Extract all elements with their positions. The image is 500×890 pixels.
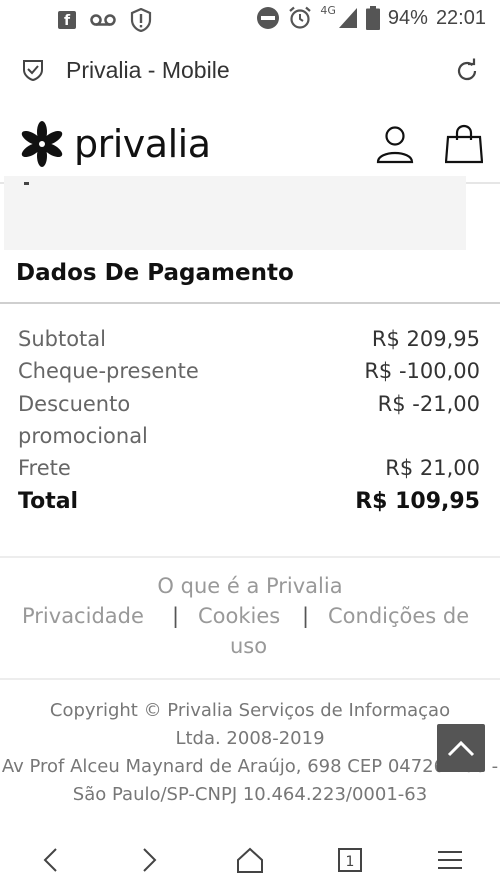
payment-row-discount: Descuento promocional R$ -21,00 <box>18 388 480 452</box>
total-value: R$ 109,95 <box>355 489 480 514</box>
conditions-link-continued[interactable]: uso <box>230 634 267 658</box>
address-line: Av Prof Alceu Maynard de Araújo, 698 CEP… <box>1 756 499 777</box>
status-left: f <box>58 8 152 32</box>
payment-row-subtotal: Subtotal R$ 209,95 <box>18 323 480 355</box>
status-bar: f 4G 94% 22:01 <box>0 0 500 40</box>
link-separator: | <box>302 604 310 628</box>
copyright-line: Ltda. 2008-2019 <box>175 728 325 749</box>
what-is-privalia-link[interactable]: O que é a Privalia <box>0 574 500 598</box>
logo-text: privalia <box>74 122 211 166</box>
row-label: Descuento promocional <box>18 392 148 448</box>
alert-icon <box>130 8 152 32</box>
payment-title: Dados De Pagamento <box>16 260 294 286</box>
tabs-button[interactable]: 1 <box>330 840 370 880</box>
user-icon[interactable] <box>375 124 415 164</box>
back-button[interactable] <box>30 840 70 880</box>
battery-percent: 94% <box>387 6 428 29</box>
divider <box>0 556 500 558</box>
row-value: R$ 21,00 <box>385 456 480 480</box>
link-separator: | <box>172 604 180 628</box>
row-value: R$ -21,00 <box>377 392 480 416</box>
dnd-icon <box>257 7 280 29</box>
cookies-link[interactable]: Cookies <box>198 604 280 628</box>
network-type: 4G <box>320 3 336 17</box>
payment-row-shipping: Frete R$ 21,00 <box>18 452 480 484</box>
home-button[interactable] <box>230 840 270 880</box>
facebook-icon: f <box>58 11 76 29</box>
menu-icon <box>438 851 462 869</box>
divider <box>0 302 500 304</box>
battery-icon <box>365 6 380 30</box>
tab-count: 1 <box>346 854 355 870</box>
forward-icon <box>143 848 157 872</box>
conditions-link[interactable]: Condições de <box>328 604 469 628</box>
signal-icon <box>338 8 357 28</box>
browser-title: Privalia - Mobile <box>66 57 230 83</box>
bottom-nav: 1 <box>0 830 500 886</box>
obscured-region <box>4 176 466 250</box>
forward-button[interactable] <box>130 840 170 880</box>
payment-row-gift-check: Cheque-presente R$ -100,00 <box>18 355 480 387</box>
reload-icon[interactable] <box>454 58 480 84</box>
site-header: privalia <box>0 108 500 184</box>
row-label: Frete <box>18 456 71 480</box>
row-label: Subtotal <box>18 327 106 351</box>
copyright-line: Copyright © Privalia Serviços de Informa… <box>49 700 451 721</box>
row-value: R$ -100,00 <box>364 359 480 383</box>
privalia-logo[interactable]: privalia <box>18 120 211 168</box>
status-right: 4G 94% 22:01 <box>256 3 486 30</box>
back-to-top-button[interactable] <box>437 724 485 772</box>
browser-bar: Privalia - Mobile <box>0 42 500 102</box>
clock: 22:01 <box>435 6 486 29</box>
alarm-icon <box>289 6 312 29</box>
shield-icon[interactable] <box>22 58 44 82</box>
back-icon <box>43 848 57 872</box>
row-value: R$ 209,95 <box>371 327 480 351</box>
chevron-up-icon <box>447 740 475 757</box>
total-label: Total <box>18 489 79 514</box>
divider <box>0 678 500 680</box>
menu-button[interactable] <box>430 840 470 880</box>
address-line: São Paulo/SP-CNPJ 10.464.223/0001-63 <box>72 784 428 805</box>
payment-row-total: Total R$ 109,95 <box>18 486 480 520</box>
flower-logo-icon <box>21 121 63 167</box>
bag-icon[interactable] <box>445 124 483 164</box>
row-label: Cheque-presente <box>18 359 199 383</box>
privacy-link[interactable]: Privacidade <box>22 604 144 628</box>
voicemail-icon <box>90 14 116 26</box>
tabs-icon: 1 <box>338 848 362 872</box>
home-icon <box>237 847 263 873</box>
